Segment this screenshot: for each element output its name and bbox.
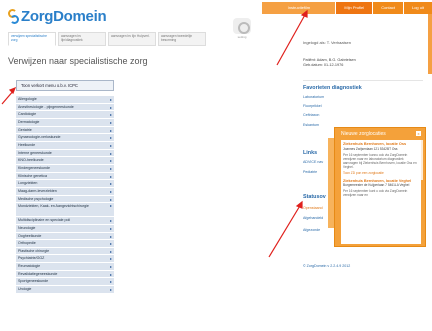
arrow-to-status-overview (268, 203, 302, 258)
arrowhead-icon (300, 9, 308, 18)
annotation-arrows (1, 9, 308, 258)
arrowhead-icon (8, 86, 17, 95)
arrow-to-mijn-profiel (276, 12, 307, 66)
arrowhead-icon (295, 200, 303, 209)
